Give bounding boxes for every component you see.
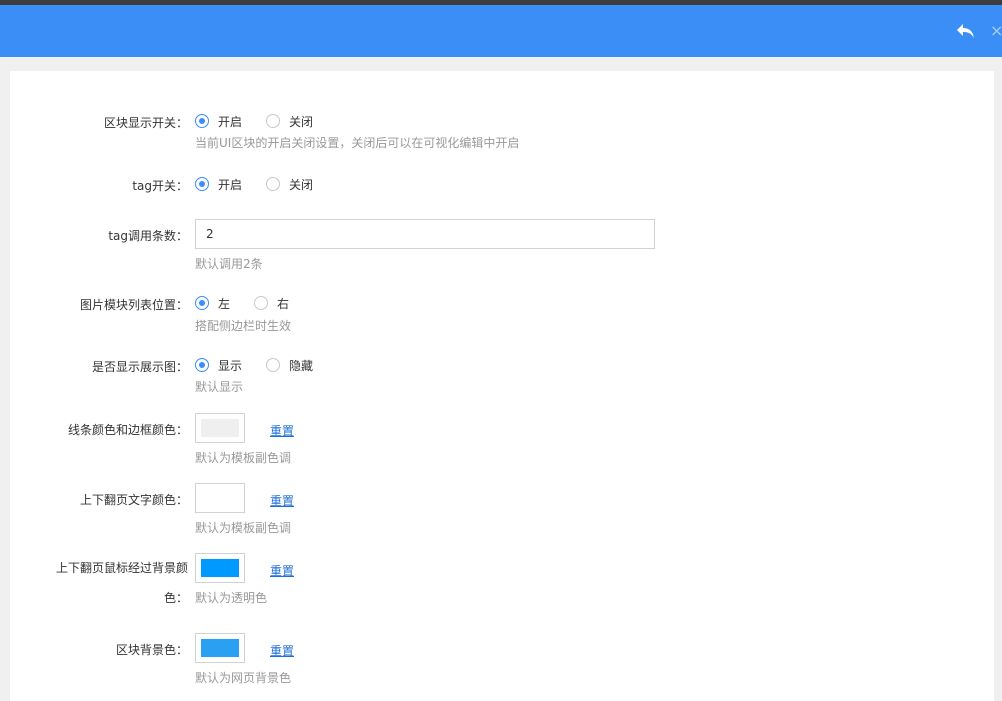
radio-checked-icon: [195, 358, 209, 372]
close-icon[interactable]: ×: [990, 19, 1002, 43]
line-color-fill: [201, 419, 239, 437]
tag-switch-on-radio[interactable]: 开启: [195, 176, 242, 193]
radio-checked-icon: [195, 177, 209, 191]
radio-label: 右: [277, 296, 290, 311]
block-switch-on-radio[interactable]: 开启: [195, 113, 242, 130]
block-bg-swatch[interactable]: [195, 633, 245, 663]
radio-label: 显示: [218, 358, 243, 373]
pager-hover-bg-label-line2: 色：: [163, 591, 188, 605]
radio-label: 关闭: [289, 177, 314, 192]
line-color-hint: 默认为模板副色调: [195, 451, 292, 465]
block-bg-reset-link[interactable]: 重置: [270, 642, 294, 659]
pager-text-color-reset-link[interactable]: 重置: [270, 492, 294, 509]
radio-unchecked-icon: [266, 177, 281, 191]
pager-hover-bg-swatch[interactable]: [195, 553, 245, 583]
show-image-label: 是否显示展示图：: [91, 360, 188, 374]
image-position-hint: 搭配侧边栏时生效: [195, 319, 292, 333]
block-bg-hint: 默认为网页背景色: [195, 671, 292, 685]
radio-label: 左: [218, 296, 231, 311]
radio-label: 开启: [218, 114, 243, 129]
radio-unchecked-icon: [266, 114, 281, 128]
pager-hover-bg-label: 上下翻页鼠标经过背景颜 色：: [30, 553, 188, 613]
undo-arrow-icon[interactable]: [955, 21, 977, 41]
image-position-radios: 左 右: [195, 293, 313, 313]
radio-checked-icon: [195, 114, 209, 128]
pager-text-color-fill: [201, 489, 239, 507]
show-image-hint: 默认显示: [195, 380, 244, 394]
pager-text-color-hint: 默认为模板副色调: [195, 521, 292, 535]
tag-switch-off-radio[interactable]: 关闭: [266, 176, 313, 193]
tag-switch-label: tag开关：: [132, 179, 188, 193]
settings-panel: 区块显示开关： 开启 关闭 当前UI区块的开启关闭设置，关闭后可以在可视化编辑中…: [10, 71, 994, 701]
show-image-show-radio[interactable]: 显示: [195, 357, 242, 374]
image-position-left-radio[interactable]: 左: [195, 295, 230, 312]
block-bg-label: 区块背景色：: [115, 643, 188, 657]
block-bg-fill: [201, 639, 239, 657]
show-image-hide-radio[interactable]: 隐藏: [266, 357, 313, 374]
header-bar: ×: [0, 5, 1002, 57]
tag-count-hint: 默认调用2条: [195, 257, 263, 271]
radio-checked-icon: [195, 296, 209, 310]
pager-hover-bg-label-line1: 上下翻页鼠标经过背景颜: [55, 561, 188, 575]
radio-label: 关闭: [289, 114, 314, 129]
line-color-reset-link[interactable]: 重置: [270, 422, 294, 439]
radio-label: 隐藏: [289, 358, 314, 373]
tag-count-input[interactable]: [195, 219, 655, 249]
radio-label: 开启: [218, 177, 243, 192]
pager-hover-bg-hint: 默认为透明色: [195, 591, 268, 605]
tag-switch-radios: 开启 关闭: [195, 174, 337, 194]
block-switch-label: 区块显示开关：: [103, 116, 188, 130]
image-position-right-radio[interactable]: 右: [254, 295, 289, 312]
pager-hover-bg-fill: [201, 559, 239, 577]
line-color-swatch[interactable]: [195, 413, 245, 443]
show-image-radios: 显示 隐藏: [195, 355, 337, 375]
line-color-label: 线条颜色和边框颜色：: [67, 423, 188, 437]
pager-text-color-label: 上下翻页文字颜色：: [79, 493, 188, 507]
radio-unchecked-icon: [254, 296, 269, 310]
tag-count-label: tag调用条数：: [108, 229, 188, 243]
block-switch-hint: 当前UI区块的开启关闭设置，关闭后可以在可视化编辑中开启: [195, 136, 520, 150]
image-position-label: 图片模块列表位置：: [79, 298, 188, 312]
radio-unchecked-icon: [266, 358, 281, 372]
block-switch-off-radio[interactable]: 关闭: [266, 113, 313, 130]
pager-hover-bg-reset-link[interactable]: 重置: [270, 562, 294, 579]
pager-text-color-swatch[interactable]: [195, 483, 245, 513]
block-switch-radios: 开启 关闭: [195, 111, 337, 131]
